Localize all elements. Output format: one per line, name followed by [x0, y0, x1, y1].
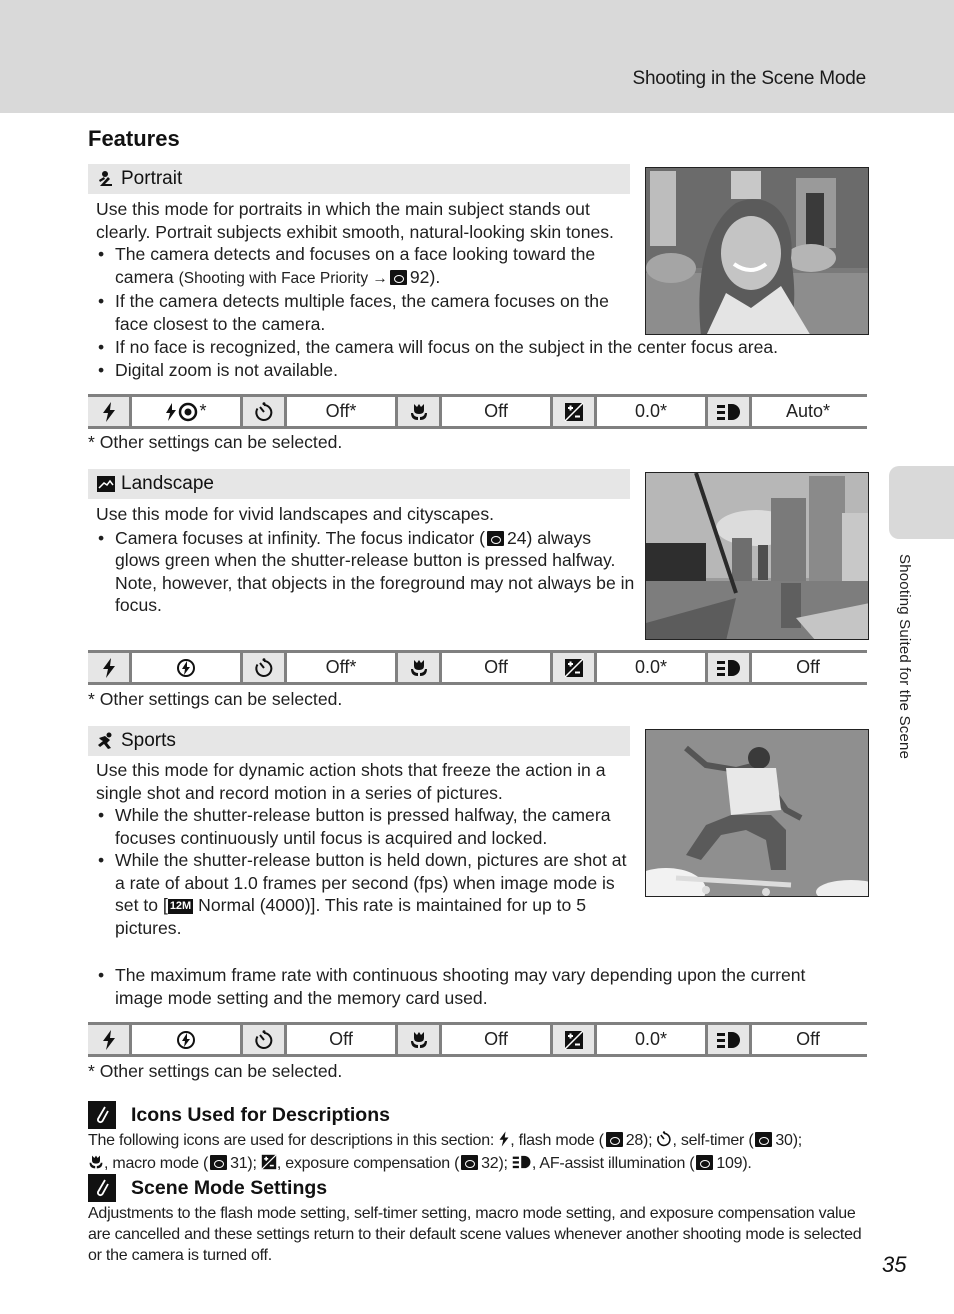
list-item: Digital zoom is not available.: [96, 359, 856, 382]
flash-mode-value: *: [132, 397, 243, 426]
page-number: 35: [882, 1252, 907, 1277]
macro-mode-icon: [398, 653, 442, 682]
portrait-description: Use this mode for portraits in which the…: [96, 198, 636, 335]
sports-settings-table: Off Off 0.0* Off: [88, 1022, 867, 1057]
page-reference-icon: [210, 1155, 228, 1170]
macro-mode-value: Off: [442, 653, 553, 682]
exposure-compensation-icon: [553, 1025, 597, 1054]
macro-mode-value: Off: [442, 1025, 553, 1054]
landscape-photo: [645, 472, 869, 640]
list-item: While the shutter-release button is pres…: [96, 804, 636, 849]
landscape-icon: [96, 474, 116, 494]
af-assist-icon: [708, 397, 752, 426]
list-item: The camera detects and focuses on a face…: [96, 243, 636, 290]
chapter-tab-label: Shooting Suited for the Scene: [896, 554, 913, 760]
af-assist-icon: [708, 1025, 752, 1054]
list-item: If the camera detects multiple faces, th…: [96, 290, 636, 335]
chapter-tab[interactable]: [889, 466, 954, 539]
footnote: * Other settings can be selected.: [88, 432, 343, 452]
exposure-compensation-value: 0.0*: [597, 397, 708, 426]
footnote: * Other settings can be selected.: [88, 689, 343, 709]
exposure-compensation-icon: [553, 397, 597, 426]
flash-mode-icon: [88, 1025, 132, 1054]
page-ref[interactable]: 109: [716, 1155, 742, 1172]
mode-header-sports: Sports: [88, 726, 630, 756]
mode-header-landscape: Landscape: [88, 469, 630, 499]
flash-off-icon: [176, 1030, 196, 1050]
exposure-compensation-value: 0.0*: [597, 1025, 708, 1054]
flash-mode-icon: [88, 397, 132, 426]
flash-off-icon: [176, 658, 196, 678]
intro-text: Use this mode for dynamic action shots t…: [96, 760, 606, 803]
self-timer-value: Off: [287, 1025, 398, 1054]
exposure-compensation-icon: [261, 1154, 277, 1176]
mode-label: Landscape: [121, 473, 214, 494]
macro-mode-icon: [398, 1025, 442, 1054]
footnote: * Other settings can be selected.: [88, 1061, 343, 1081]
flash-mode-icon: [88, 653, 132, 682]
note-heading-icons: Icons Used for Descriptions: [88, 1101, 390, 1129]
page-ref[interactable]: 28: [626, 1132, 644, 1149]
list-item: Camera focuses at infinity. The focus in…: [96, 527, 636, 617]
page-reference-icon: [461, 1155, 479, 1170]
page-ref[interactable]: 24: [507, 528, 527, 548]
paperclip-note-icon: [88, 1174, 116, 1202]
self-timer-value: Off*: [287, 397, 398, 426]
macro-mode-value: Off: [442, 397, 553, 426]
note-heading-scene-settings: Scene Mode Settings: [88, 1174, 327, 1202]
self-timer-icon: [656, 1131, 672, 1153]
note-text-icons: The following icons are used for descrip…: [88, 1130, 878, 1176]
image-mode-icon: 12M: [167, 899, 194, 914]
sports-description: Use this mode for dynamic action shots t…: [96, 759, 636, 939]
exposure-compensation-icon: [553, 653, 597, 682]
landscape-description: Use this mode for vivid landscapes and c…: [96, 503, 636, 617]
page-reference-icon: [696, 1155, 714, 1170]
header-band: [0, 0, 954, 113]
list-item: The maximum frame rate with continuous s…: [96, 964, 856, 1009]
self-timer-icon: [243, 653, 287, 682]
portrait-description-cont: If no face is recognized, the camera wil…: [96, 336, 856, 381]
page-reference-icon: [755, 1132, 773, 1147]
sports-description-cont: The maximum frame rate with continuous s…: [96, 964, 856, 1009]
flash-mode-value: [132, 1025, 243, 1054]
red-eye-reduction-icon: [165, 402, 199, 422]
af-assist-value: Off: [752, 653, 864, 682]
list-item: If no face is recognized, the camera wil…: [96, 336, 856, 359]
portrait-photo: [645, 167, 869, 335]
list-item: While the shutter-release button is held…: [96, 849, 636, 939]
intro-text: Use this mode for vivid landscapes and c…: [96, 504, 495, 524]
portrait-icon: [96, 169, 116, 189]
af-assist-value: Auto*: [752, 397, 864, 426]
self-timer-icon: [243, 397, 287, 426]
flash-mode-value: [132, 653, 243, 682]
chapter-title: Shooting in the Scene Mode: [632, 68, 866, 89]
mode-header-portrait: Portrait: [88, 164, 630, 194]
page-title: Features: [88, 126, 180, 151]
page-ref[interactable]: 92: [410, 267, 430, 287]
page-reference-icon: [389, 269, 407, 285]
self-timer-icon: [243, 1025, 287, 1054]
flash-mode-icon: [498, 1131, 510, 1153]
paperclip-note-icon: [88, 1101, 116, 1129]
af-assist-icon: [512, 1154, 532, 1176]
portrait-settings-table: * Off* Off 0.0* Auto*: [88, 394, 867, 429]
page-ref[interactable]: 32: [481, 1155, 499, 1172]
page-reference-icon: [486, 530, 504, 546]
note-text-scene-settings: Adjustments to the flash mode setting, s…: [88, 1205, 862, 1264]
self-timer-value: Off*: [287, 653, 398, 682]
mode-label: Portrait: [121, 168, 183, 189]
landscape-settings-table: Off* Off 0.0* Off: [88, 650, 867, 685]
af-assist-value: Off: [752, 1025, 864, 1054]
intro-text: Use this mode for portraits in which the…: [96, 199, 614, 242]
af-assist-icon: [708, 653, 752, 682]
exposure-compensation-value: 0.0*: [597, 653, 708, 682]
sports-icon: [96, 731, 116, 751]
page-ref[interactable]: 31: [230, 1155, 248, 1172]
page-reference-icon: [605, 1132, 623, 1147]
macro-mode-icon: [88, 1154, 104, 1176]
mode-label: Sports: [121, 730, 176, 751]
macro-mode-icon: [398, 397, 442, 426]
page-ref[interactable]: 30: [775, 1132, 793, 1149]
sports-photo: [645, 729, 869, 897]
